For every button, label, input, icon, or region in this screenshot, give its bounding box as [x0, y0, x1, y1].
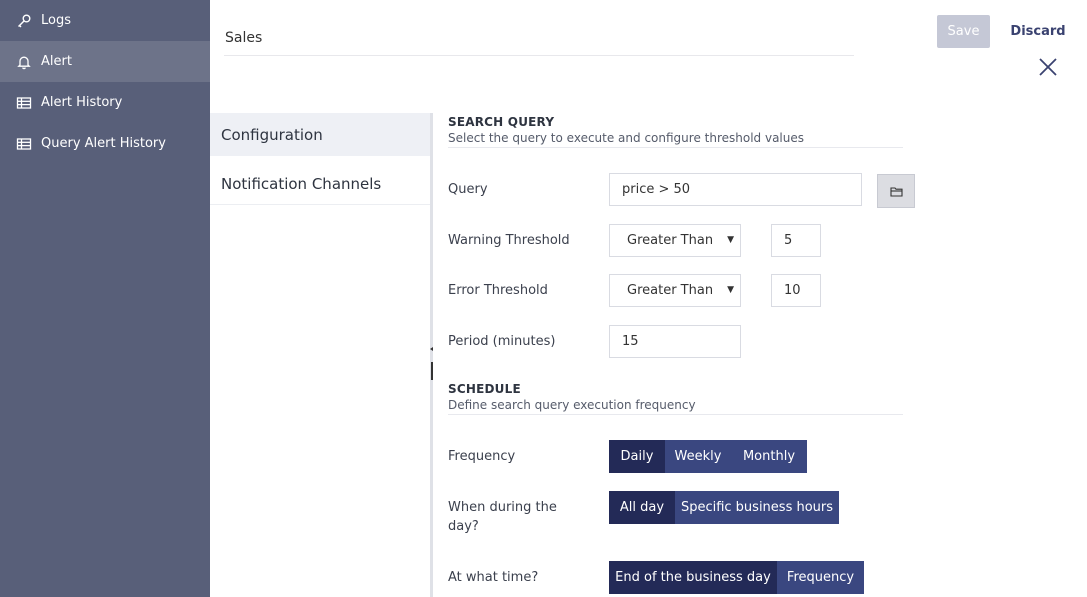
frequency-label: Frequency [448, 449, 516, 464]
sidebar-item-query-alert-history[interactable]: Query Alert History [0, 123, 210, 164]
divider [448, 147, 903, 148]
collapse-handle-icon[interactable] [429, 342, 435, 382]
sidebar-item-alert[interactable]: Alert [0, 41, 210, 82]
error-threshold-label: Error Threshold [448, 283, 548, 298]
frequency-monthly-button[interactable]: Monthly [731, 440, 807, 473]
bell-icon [16, 54, 32, 70]
tab-label: Notification Channels [221, 174, 382, 193]
tab-configuration[interactable]: Configuration [210, 113, 430, 156]
frequency-daily-button[interactable]: Daily [609, 440, 665, 473]
period-label: Period (minutes) [448, 334, 556, 349]
sidebar-item-label: Logs [41, 13, 71, 28]
all-day-button[interactable]: All day [609, 491, 675, 524]
sidebar-item-logs[interactable]: Logs [0, 0, 210, 41]
business-hours-button[interactable]: Specific business hours [675, 491, 839, 524]
caret-down-icon: ▼ [727, 235, 734, 245]
error-threshold-input[interactable] [771, 274, 821, 307]
when-toggle: All day Specific business hours [609, 491, 839, 524]
select-value: Greater Than [627, 283, 714, 298]
sidebar-item-label: Alert [41, 54, 72, 69]
time-toggle: End of the business day Frequency [609, 561, 864, 594]
section-title-schedule: SCHEDULE [448, 382, 521, 396]
folder-icon [889, 182, 903, 201]
sidebar-item-alert-history[interactable]: Alert History [0, 82, 210, 123]
divider [448, 414, 903, 415]
warning-threshold-label: Warning Threshold [448, 233, 570, 248]
tab-notification-channels[interactable]: Notification Channels [210, 163, 430, 205]
close-icon[interactable] [1037, 56, 1059, 78]
select-value: Greater Than [627, 233, 714, 248]
table-icon [16, 136, 32, 152]
time-frequency-button[interactable]: Frequency [777, 561, 864, 594]
sidebar-item-label: Alert History [41, 95, 123, 110]
frequency-weekly-button[interactable]: Weekly [665, 440, 731, 473]
section-title-search-query: SEARCH QUERY [448, 115, 555, 129]
time-label: At what time? [448, 570, 539, 585]
section-subtitle: Select the query to execute and configur… [448, 131, 804, 145]
query-input[interactable] [609, 173, 862, 206]
error-operator-select[interactable]: Greater Than ▼ [609, 274, 741, 307]
query-label: Query [448, 182, 488, 197]
end-of-business-day-button[interactable]: End of the business day [609, 561, 777, 594]
frequency-toggle: Daily Weekly Monthly [609, 440, 807, 473]
browse-queries-button[interactable] [877, 174, 915, 208]
section-subtitle: Define search query execution frequency [448, 398, 696, 412]
caret-down-icon: ▼ [727, 285, 734, 295]
period-input[interactable] [609, 325, 741, 358]
tab-label: Configuration [221, 125, 323, 144]
sidebar-item-label: Query Alert History [41, 136, 166, 151]
key-icon [16, 13, 32, 29]
discard-button[interactable]: Discard [1008, 15, 1068, 48]
when-label: When during the day? [448, 500, 557, 534]
warning-threshold-input[interactable] [771, 224, 821, 257]
sidebar: Logs Alert Alert History Query Alert His… [0, 0, 210, 597]
table-icon [16, 95, 32, 111]
warning-operator-select[interactable]: Greater Than ▼ [609, 224, 741, 257]
alert-name-input[interactable] [224, 20, 854, 56]
save-button[interactable]: Save [937, 15, 990, 48]
